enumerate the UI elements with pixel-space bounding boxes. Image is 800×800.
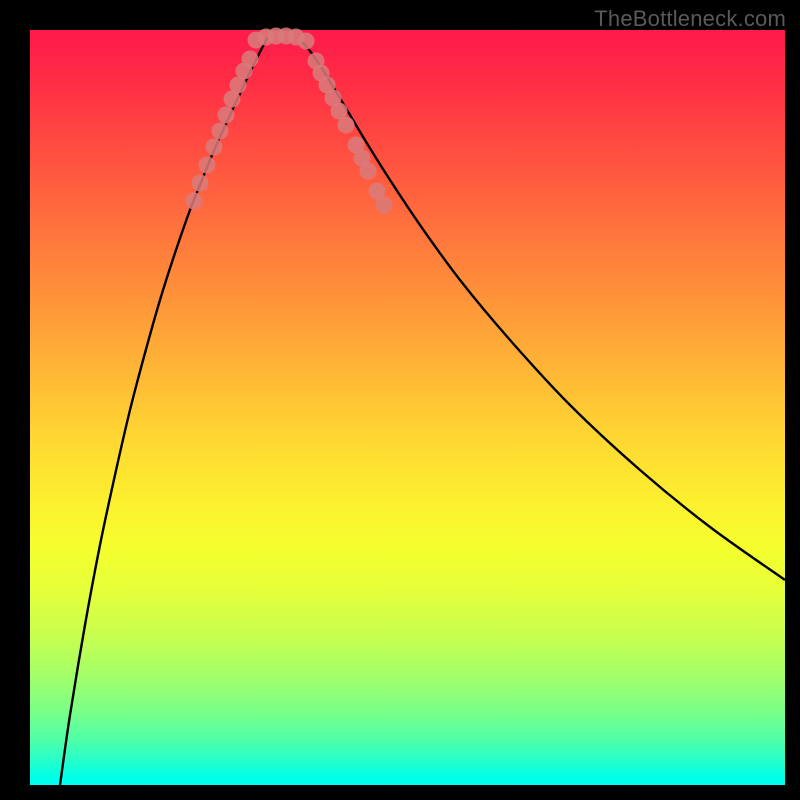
- dot-left-2: [199, 157, 216, 174]
- curve-group: [60, 37, 785, 785]
- plot-area: [30, 30, 785, 785]
- dot-bottom-5: [298, 33, 315, 50]
- dot-left-4: [212, 123, 229, 140]
- left-curve: [60, 37, 268, 785]
- dot-right-5: [338, 117, 355, 134]
- chart-svg: [30, 30, 785, 785]
- right-curve: [298, 37, 785, 580]
- dot-left-5: [218, 107, 235, 124]
- dot-group: [186, 28, 393, 214]
- dot-right-8: [360, 163, 377, 180]
- dot-left-0: [186, 193, 203, 210]
- dot-left-9: [242, 51, 259, 68]
- dot-left-3: [206, 139, 223, 156]
- dot-right-10: [376, 197, 393, 214]
- dot-left-1: [192, 175, 209, 192]
- chart-frame: TheBottleneck.com: [0, 0, 800, 800]
- watermark-text: TheBottleneck.com: [594, 6, 786, 32]
